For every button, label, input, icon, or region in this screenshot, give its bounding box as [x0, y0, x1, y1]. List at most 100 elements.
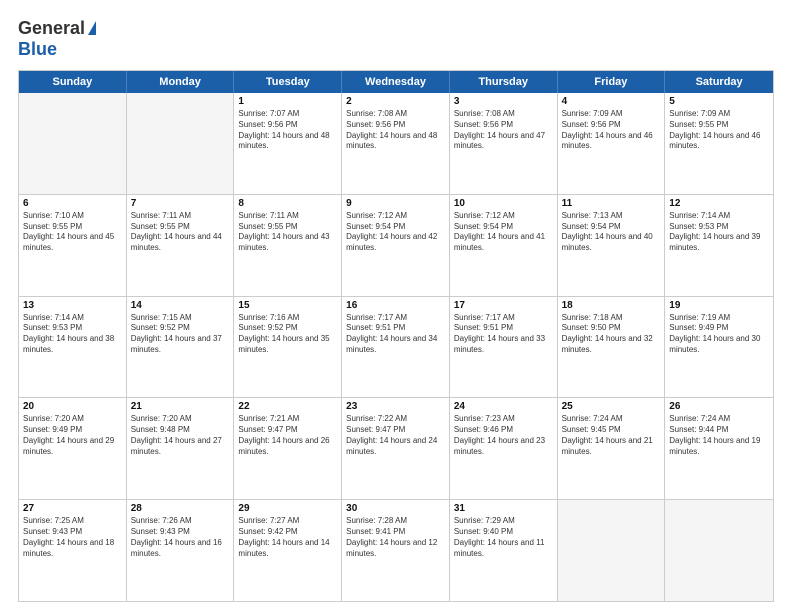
logo: General Blue: [18, 18, 96, 60]
calendar-cell: 12 Sunrise: 7:14 AM Sunset: 9:53 PM Dayli…: [665, 195, 773, 296]
calendar-header-cell: Wednesday: [342, 71, 450, 93]
day-number: 14: [131, 300, 230, 311]
day-number: 29: [238, 503, 337, 514]
calendar-cell: 7 Sunrise: 7:11 AM Sunset: 9:55 PM Daylig…: [127, 195, 235, 296]
page: General Blue SundayMondayTuesdayWednesda…: [0, 0, 792, 612]
cell-info: Sunrise: 7:29 AM Sunset: 9:40 PM Dayligh…: [454, 516, 553, 559]
calendar-cell: 11 Sunrise: 7:13 AM Sunset: 9:54 PM Dayli…: [558, 195, 666, 296]
calendar-row: 1 Sunrise: 7:07 AM Sunset: 9:56 PM Daylig…: [19, 93, 773, 194]
cell-info: Sunrise: 7:26 AM Sunset: 9:43 PM Dayligh…: [131, 516, 230, 559]
day-number: 10: [454, 198, 553, 209]
day-number: 26: [669, 401, 769, 412]
cell-info: Sunrise: 7:12 AM Sunset: 9:54 PM Dayligh…: [454, 211, 553, 254]
calendar-cell: 8Sunrise: 7:11 AM Sunset: 9:55 PM Daylig…: [234, 195, 342, 296]
logo-general-text: General: [18, 18, 85, 39]
day-number: 17: [454, 300, 553, 311]
calendar-cell: 6 Sunrise: 7:10 AM Sunset: 9:55 PM Daylig…: [19, 195, 127, 296]
cell-info: Sunrise: 7:24 AM Sunset: 9:44 PM Dayligh…: [669, 414, 769, 457]
cell-info: Sunrise: 7:08 AM Sunset: 9:56 PM Dayligh…: [346, 109, 445, 152]
cell-info: Sunrise: 7:17 AM Sunset: 9:51 PM Dayligh…: [346, 313, 445, 356]
day-number: 11: [562, 198, 661, 209]
calendar-row: 20 Sunrise: 7:20 AM Sunset: 9:49 PM Dayli…: [19, 397, 773, 499]
calendar-cell: 2 Sunrise: 7:08 AM Sunset: 9:56 PM Daylig…: [342, 93, 450, 194]
calendar-cell: 25Sunrise: 7:24 AM Sunset: 9:45 PM Dayli…: [558, 398, 666, 499]
day-number: 9: [346, 198, 445, 209]
day-number: 31: [454, 503, 553, 514]
day-number: 13: [23, 300, 122, 311]
day-number: 27: [23, 503, 122, 514]
calendar-cell: 14Sunrise: 7:15 AM Sunset: 9:52 PM Dayli…: [127, 297, 235, 398]
header: General Blue: [18, 18, 774, 60]
calendar-cell: 4 Sunrise: 7:09 AM Sunset: 9:56 PM Daylig…: [558, 93, 666, 194]
day-number: 2: [346, 96, 445, 107]
calendar-cell: 24 Sunrise: 7:23 AM Sunset: 9:46 PM Dayli…: [450, 398, 558, 499]
calendar-cell: [665, 500, 773, 601]
cell-info: Sunrise: 7:13 AM Sunset: 9:54 PM Dayligh…: [562, 211, 661, 254]
day-number: 30: [346, 503, 445, 514]
cell-info: Sunrise: 7:09 AM Sunset: 9:56 PM Dayligh…: [562, 109, 661, 152]
cell-info: Sunrise: 7:07 AM Sunset: 9:56 PM Dayligh…: [238, 109, 337, 152]
calendar-cell: 26 Sunrise: 7:24 AM Sunset: 9:44 PM Dayli…: [665, 398, 773, 499]
cell-info: Sunrise: 7:14 AM Sunset: 9:53 PM Dayligh…: [23, 313, 122, 356]
cell-info: Sunrise: 7:22 AM Sunset: 9:47 PM Dayligh…: [346, 414, 445, 457]
day-number: 7: [131, 198, 230, 209]
day-number: 16: [346, 300, 445, 311]
calendar-cell: 20 Sunrise: 7:20 AM Sunset: 9:49 PM Dayli…: [19, 398, 127, 499]
calendar-row: 27 Sunrise: 7:25 AM Sunset: 9:43 PM Dayli…: [19, 499, 773, 601]
day-number: 21: [131, 401, 230, 412]
calendar-cell: 10 Sunrise: 7:12 AM Sunset: 9:54 PM Dayli…: [450, 195, 558, 296]
cell-info: Sunrise: 7:24 AM Sunset: 9:45 PM Dayligh…: [562, 414, 661, 457]
day-number: 3: [454, 96, 553, 107]
calendar-header-row: SundayMondayTuesdayWednesdayThursdayFrid…: [19, 71, 773, 93]
calendar-header-cell: Saturday: [665, 71, 773, 93]
cell-info: Sunrise: 7:11 AM Sunset: 9:55 PM Dayligh…: [238, 211, 337, 254]
cell-info: Sunrise: 7:20 AM Sunset: 9:48 PM Dayligh…: [131, 414, 230, 457]
calendar-cell: 9 Sunrise: 7:12 AM Sunset: 9:54 PM Daylig…: [342, 195, 450, 296]
calendar-cell: 23 Sunrise: 7:22 AM Sunset: 9:47 PM Dayli…: [342, 398, 450, 499]
calendar-header-cell: Monday: [127, 71, 235, 93]
cell-info: Sunrise: 7:08 AM Sunset: 9:56 PM Dayligh…: [454, 109, 553, 152]
cell-info: Sunrise: 7:21 AM Sunset: 9:47 PM Dayligh…: [238, 414, 337, 457]
cell-info: Sunrise: 7:11 AM Sunset: 9:55 PM Dayligh…: [131, 211, 230, 254]
cell-info: Sunrise: 7:14 AM Sunset: 9:53 PM Dayligh…: [669, 211, 769, 254]
cell-info: Sunrise: 7:10 AM Sunset: 9:55 PM Dayligh…: [23, 211, 122, 254]
cell-info: Sunrise: 7:20 AM Sunset: 9:49 PM Dayligh…: [23, 414, 122, 457]
calendar-cell: 22Sunrise: 7:21 AM Sunset: 9:47 PM Dayli…: [234, 398, 342, 499]
cell-info: Sunrise: 7:27 AM Sunset: 9:42 PM Dayligh…: [238, 516, 337, 559]
calendar-cell: 31 Sunrise: 7:29 AM Sunset: 9:40 PM Dayli…: [450, 500, 558, 601]
cell-info: Sunrise: 7:18 AM Sunset: 9:50 PM Dayligh…: [562, 313, 661, 356]
calendar-header-cell: Thursday: [450, 71, 558, 93]
calendar-cell: 27 Sunrise: 7:25 AM Sunset: 9:43 PM Dayli…: [19, 500, 127, 601]
calendar-cell: [558, 500, 666, 601]
calendar-cell: 16 Sunrise: 7:17 AM Sunset: 9:51 PM Dayli…: [342, 297, 450, 398]
calendar-header-cell: Sunday: [19, 71, 127, 93]
calendar-header-cell: Tuesday: [234, 71, 342, 93]
day-number: 20: [23, 401, 122, 412]
calendar-cell: [19, 93, 127, 194]
logo-blue-text: Blue: [18, 39, 57, 60]
cell-info: Sunrise: 7:19 AM Sunset: 9:49 PM Dayligh…: [669, 313, 769, 356]
calendar-header-cell: Friday: [558, 71, 666, 93]
calendar-cell: 13 Sunrise: 7:14 AM Sunset: 9:53 PM Dayli…: [19, 297, 127, 398]
calendar-cell: 17 Sunrise: 7:17 AM Sunset: 9:51 PM Dayli…: [450, 297, 558, 398]
day-number: 15: [238, 300, 337, 311]
day-number: 6: [23, 198, 122, 209]
day-number: 12: [669, 198, 769, 209]
cell-info: Sunrise: 7:17 AM Sunset: 9:51 PM Dayligh…: [454, 313, 553, 356]
cell-info: Sunrise: 7:09 AM Sunset: 9:55 PM Dayligh…: [669, 109, 769, 152]
calendar-cell: 3 Sunrise: 7:08 AM Sunset: 9:56 PM Daylig…: [450, 93, 558, 194]
calendar-row: 6 Sunrise: 7:10 AM Sunset: 9:55 PM Daylig…: [19, 194, 773, 296]
calendar-cell: 18 Sunrise: 7:18 AM Sunset: 9:50 PM Dayli…: [558, 297, 666, 398]
cell-info: Sunrise: 7:25 AM Sunset: 9:43 PM Dayligh…: [23, 516, 122, 559]
day-number: 23: [346, 401, 445, 412]
calendar-cell: 5Sunrise: 7:09 AM Sunset: 9:55 PM Daylig…: [665, 93, 773, 194]
calendar-cell: 21 Sunrise: 7:20 AM Sunset: 9:48 PM Dayli…: [127, 398, 235, 499]
day-number: 4: [562, 96, 661, 107]
day-number: 1: [238, 96, 337, 107]
day-number: 18: [562, 300, 661, 311]
cell-info: Sunrise: 7:12 AM Sunset: 9:54 PM Dayligh…: [346, 211, 445, 254]
calendar-row: 13 Sunrise: 7:14 AM Sunset: 9:53 PM Dayli…: [19, 296, 773, 398]
day-number: 24: [454, 401, 553, 412]
cell-info: Sunrise: 7:23 AM Sunset: 9:46 PM Dayligh…: [454, 414, 553, 457]
calendar-body: 1 Sunrise: 7:07 AM Sunset: 9:56 PM Daylig…: [19, 93, 773, 601]
